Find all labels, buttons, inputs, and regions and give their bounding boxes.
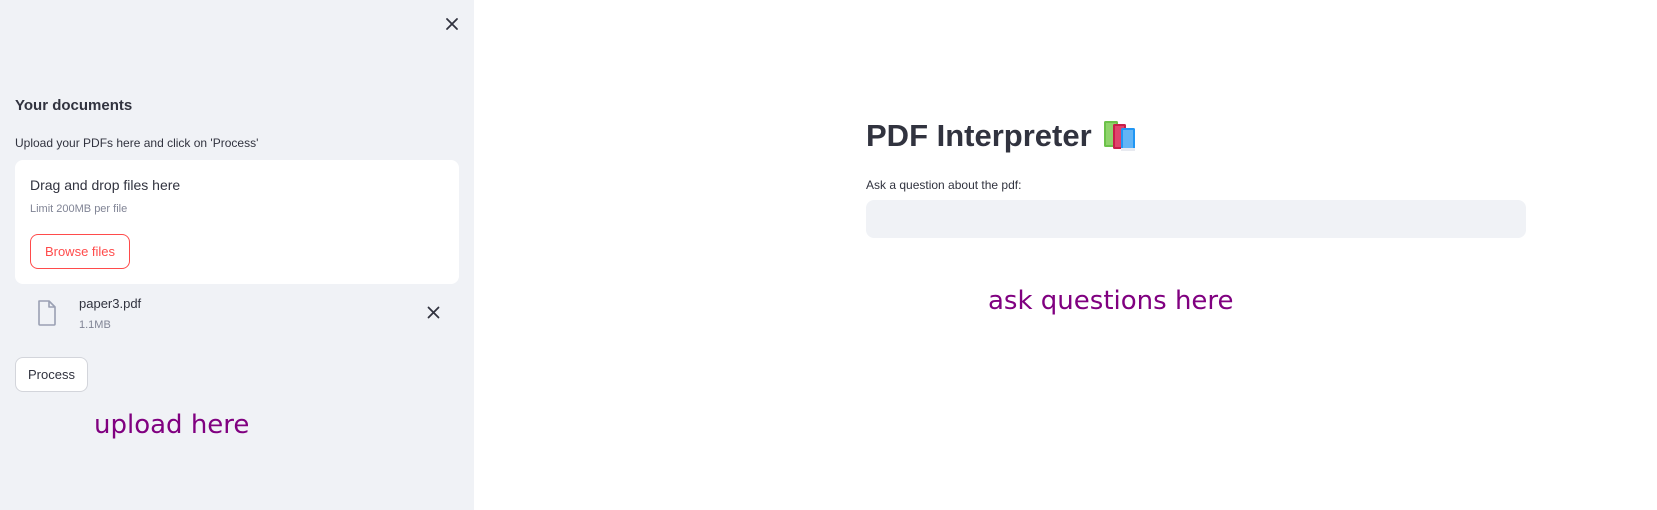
- uploaded-file-row: paper3.pdf 1.1MB: [15, 292, 459, 338]
- dropzone-title: Drag and drop files here: [30, 177, 181, 193]
- page-title: PDF Interpreter: [866, 118, 1138, 154]
- question-input[interactable]: [866, 200, 1526, 238]
- question-label: Ask a question about the pdf:: [866, 178, 1022, 192]
- page-title-text: PDF Interpreter: [866, 118, 1092, 153]
- file-dropzone[interactable]: Drag and drop files here Limit 200MB per…: [15, 160, 459, 284]
- file-icon: [38, 300, 56, 326]
- upload-annotation: upload here: [94, 410, 250, 440]
- books-icon: [1103, 121, 1135, 151]
- browse-files-button[interactable]: Browse files: [30, 234, 130, 269]
- ask-annotation: ask questions here: [988, 286, 1234, 316]
- remove-file-button[interactable]: [423, 302, 443, 322]
- dropzone-limit: Limit 200MB per file: [30, 203, 128, 215]
- file-size: 1.1MB: [79, 319, 111, 331]
- file-name: paper3.pdf: [79, 296, 142, 311]
- close-sidebar-button[interactable]: [440, 12, 464, 36]
- close-icon: [446, 18, 458, 30]
- sidebar-heading: Your documents: [15, 97, 133, 114]
- process-button[interactable]: Process: [15, 357, 88, 392]
- sidebar: Your documents Upload your PDFs here and…: [0, 0, 474, 510]
- close-icon: [427, 306, 439, 318]
- upload-label: Upload your PDFs here and click on 'Proc…: [15, 136, 259, 150]
